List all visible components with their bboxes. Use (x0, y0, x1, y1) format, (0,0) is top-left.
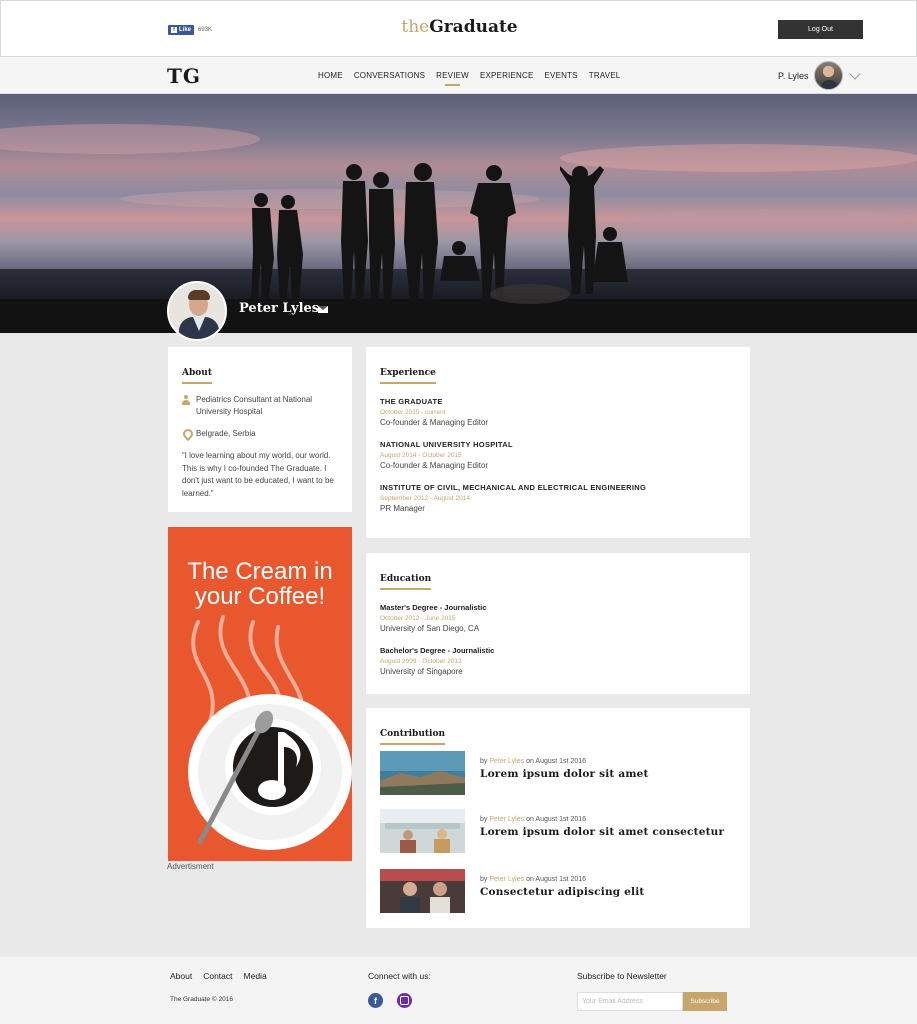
brand-name: Graduate (429, 17, 518, 37)
location-text: Belgrade, Serbia (196, 429, 256, 438)
profile-avatar (167, 281, 227, 341)
post-thumbnail[interactable] (380, 869, 465, 913)
education-school: University of San Diego, CA (380, 624, 480, 633)
occupation-text: Pediatrics Consultant at National Univer… (196, 395, 313, 416)
experience-item: INSTITUTE OF CIVIL, MECHANICAL AND ELECT… (380, 483, 736, 513)
advertisement-banner[interactable]: The Cream in your Coffee! (168, 527, 352, 861)
footer: About Contact Media The Graduate © 2016 … (0, 957, 917, 1024)
about-card: About Pediatrics Consultant at National … (168, 347, 352, 512)
experience-dates: August 2014 - October 2015 (380, 452, 462, 459)
site-logo[interactable]: TG (167, 64, 201, 88)
contribution-post[interactable]: by Peter Lyles on August 1st 2016 Lorem … (380, 809, 736, 853)
newsletter-label: Subscribe to Newsletter (577, 971, 667, 981)
about-quote: “I love learning about my world, our wor… (182, 451, 334, 498)
person-icon (182, 395, 190, 405)
profile-name: Peter Lyles (239, 301, 320, 316)
subscribe-button[interactable]: Subscribe (683, 992, 727, 1011)
user-name[interactable]: P. Lyles (778, 71, 809, 81)
education-item: Master's Degree - Journalistic October 2… (380, 603, 736, 633)
experience-item: NATIONAL UNIVERSITY HOSPITAL August 2014… (380, 440, 736, 470)
post-title[interactable]: Lorem ipsum dolor sit amet (480, 768, 649, 780)
post-thumbnail[interactable] (380, 809, 465, 853)
location-row: Belgrade, Serbia (182, 428, 338, 440)
education-card: Education Master's Degree - Journalistic… (366, 553, 750, 694)
experience-org: NATIONAL UNIVERSITY HOSPITAL (380, 440, 513, 449)
post-author[interactable]: Peter Lyles (489, 876, 524, 883)
education-title: Education (380, 574, 432, 590)
main-navigation: TG HOME CONVERSATIONS REVIEW EXPERIENCE … (0, 57, 917, 94)
profile-cover-image (0, 94, 917, 333)
top-bar: f Like 693K theGraduate Log Out (0, 0, 917, 57)
instagram-icon[interactable] (397, 993, 412, 1008)
post-meta: by Peter Lyles on August 1st 2016 (480, 758, 587, 765)
contribution-card: Contribution by Peter Lyles on August 1s… (366, 708, 750, 928)
nav-menu: HOME CONVERSATIONS REVIEW EXPERIENCE EVE… (318, 71, 621, 86)
nav-item-review[interactable]: REVIEW (436, 71, 469, 86)
experience-title: Experience (380, 368, 436, 384)
post-author[interactable]: Peter Lyles (489, 816, 524, 823)
contribution-post[interactable]: by Peter Lyles on August 1st 2016 Lorem … (380, 751, 736, 795)
facebook-icon[interactable]: f (368, 993, 383, 1008)
education-school: University of Singapore (380, 667, 463, 676)
chevron-down-icon[interactable] (849, 68, 861, 80)
post-meta: by Peter Lyles on August 1st 2016 (480, 876, 587, 883)
experience-role: Co-founder & Managing Editor (380, 461, 489, 470)
coffee-cup-illustration (188, 615, 352, 850)
post-title[interactable]: Consectetur adipiscing elit (480, 886, 644, 898)
copyright: The Graduate © 2016 (170, 996, 233, 1003)
experience-role: PR Manager (380, 504, 425, 513)
education-degree: Bachelor's Degree - Journalistic (380, 646, 495, 655)
contribution-title: Contribution (380, 729, 445, 745)
education-dates: August 2009 - October 2012 (380, 658, 462, 665)
experience-item: THE GRADUATE October 2015 - current Co-f… (380, 397, 736, 427)
nav-item-events[interactable]: EVENTS (545, 71, 578, 80)
nav-item-experience[interactable]: EXPERIENCE (480, 71, 534, 80)
post-title[interactable]: Lorem ipsum dolor sit amet consectetur (480, 826, 724, 838)
nav-item-travel[interactable]: TRAVEL (589, 71, 621, 80)
experience-dates: October 2015 - current (380, 409, 446, 416)
footer-link-about[interactable]: About (170, 971, 192, 981)
post-meta: by Peter Lyles on August 1st 2016 (480, 816, 587, 823)
footer-link-media[interactable]: Media (244, 971, 267, 981)
experience-org: INSTITUTE OF CIVIL, MECHANICAL AND ELECT… (380, 483, 647, 492)
footer-links: About Contact Media (170, 971, 267, 981)
contribution-post[interactable]: by Peter Lyles on August 1st 2016 Consec… (380, 869, 736, 913)
user-avatar[interactable] (814, 61, 843, 90)
experience-role: Co-founder & Managing Editor (380, 418, 489, 427)
post-author[interactable]: Peter Lyles (489, 758, 524, 765)
experience-org: THE GRADUATE (380, 397, 443, 406)
location-pin-icon (182, 429, 190, 439)
nav-item-conversations[interactable]: CONVERSATIONS (354, 71, 425, 80)
beach-people-silhouette (251, 163, 628, 304)
footer-link-contact[interactable]: Contact (203, 971, 232, 981)
education-dates: October 2012 - June 2015 (380, 615, 456, 622)
mail-icon[interactable] (318, 306, 328, 313)
nav-item-home[interactable]: HOME (318, 71, 343, 80)
newsletter-email-input[interactable] (577, 992, 683, 1011)
logout-button[interactable]: Log Out (778, 20, 863, 39)
experience-card: Experience THE GRADUATE October 2015 - c… (366, 347, 750, 538)
education-degree: Master's Degree - Journalistic (380, 603, 487, 612)
connect-label: Connect with us: (368, 971, 431, 981)
about-title: About (182, 368, 212, 384)
experience-dates: September 2012 - August 2014 (380, 495, 470, 502)
ad-caption: Advertisment (167, 862, 214, 871)
post-thumbnail[interactable] (380, 751, 465, 795)
brand-prefix: the (401, 17, 430, 37)
education-item: Bachelor's Degree - Journalistic August … (380, 646, 736, 676)
occupation-row: Pediatrics Consultant at National Univer… (182, 394, 338, 418)
